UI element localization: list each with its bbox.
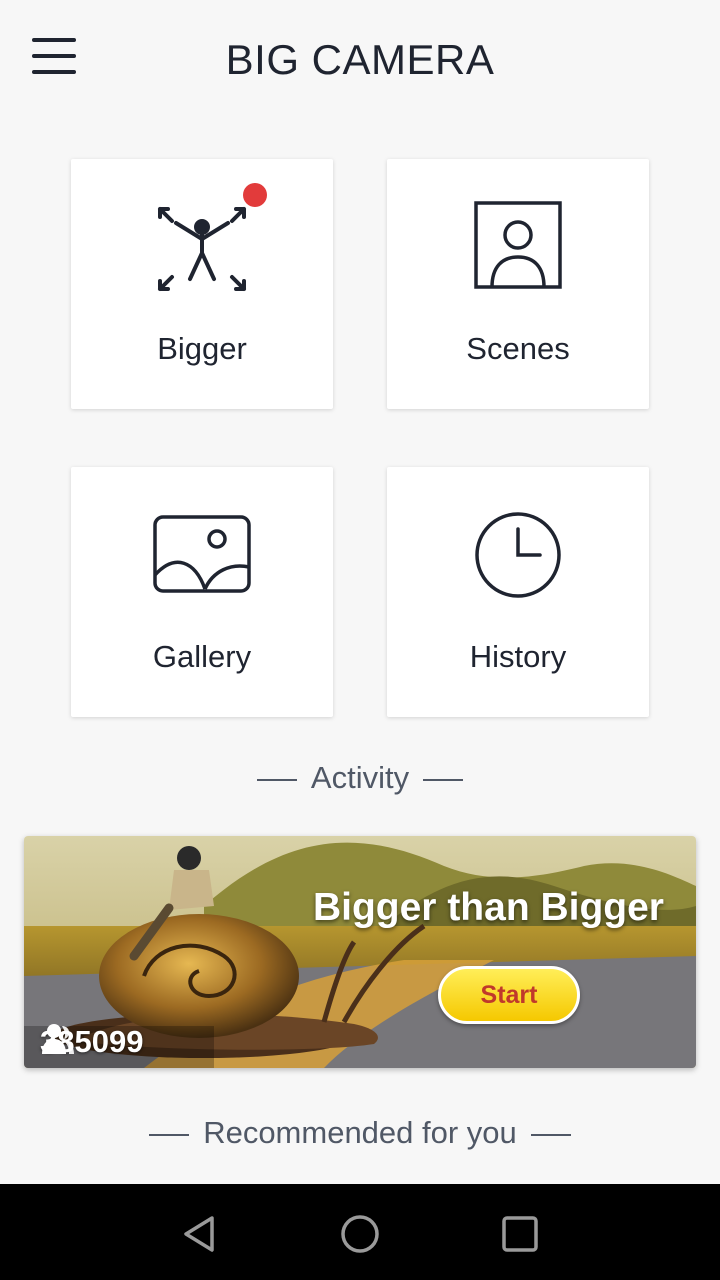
divider-line [149,1133,190,1136]
divider-line [530,1133,571,1136]
home-circle-icon[interactable] [338,1212,382,1256]
clock-icon [475,512,561,598]
stretch-person-icon [158,207,246,291]
system-navigation-bar [0,1184,720,1280]
activity-banner[interactable]: Bigger than Bigger Start 385099 [24,836,696,1068]
activity-section-title: Activity [0,760,720,796]
participants-counter: 385099 [40,1022,143,1062]
tile-scenes[interactable]: Scenes [387,159,649,409]
activity-heading: Activity [310,760,410,795]
app-title: BIG CAMERA [225,36,495,83]
tile-label: Gallery [152,639,252,674]
divider-line [256,778,297,781]
tile-label: Bigger [157,331,247,366]
image-icon [153,515,251,593]
divider-line [423,778,464,781]
banner-title: Bigger than Bigger [312,886,664,929]
tile-gallery[interactable]: Gallery [71,467,333,717]
tile-label: History [469,639,567,674]
portrait-frame-icon [474,201,562,289]
tile-bigger[interactable]: Bigger [71,159,333,409]
tile-label: Scenes [466,331,570,366]
app-header: BIG CAMERA [0,0,720,118]
recommended-heading: Recommended for you [203,1115,517,1150]
start-button[interactable]: Start [438,966,580,1024]
recents-square-icon[interactable] [498,1212,542,1256]
users-icon [42,1024,74,1054]
back-triangle-icon[interactable] [178,1212,222,1256]
recommended-section-title: Recommended for you [0,1115,720,1151]
tile-history[interactable]: History [387,467,649,717]
